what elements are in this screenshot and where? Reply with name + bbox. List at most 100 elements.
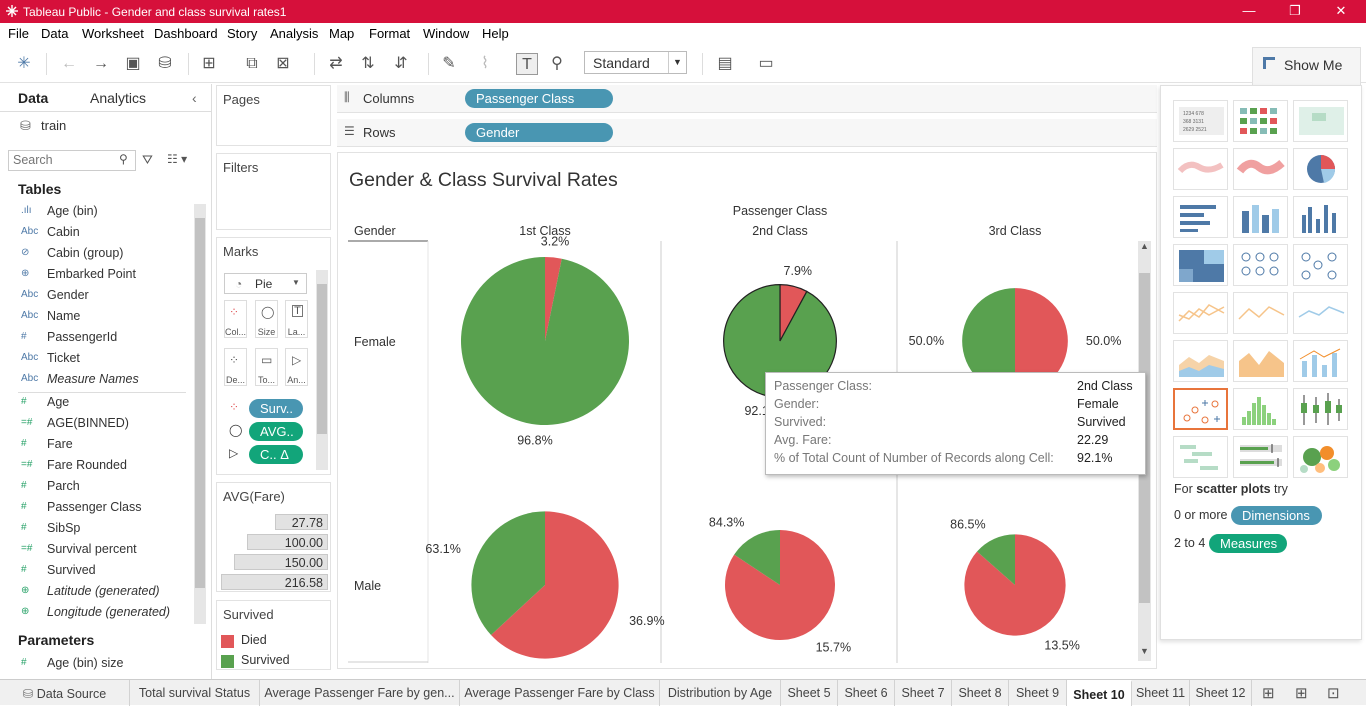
rows-shelf[interactable]: ☰ Rows Gender bbox=[337, 119, 1157, 147]
tab-distribution-by-age[interactable]: Distribution by Age bbox=[660, 680, 781, 706]
scroll-up-icon[interactable]: ▲ bbox=[1140, 241, 1149, 251]
label-mark-button[interactable]: T La... bbox=[285, 300, 308, 338]
tab-sheet-8[interactable]: Sheet 8 bbox=[952, 680, 1009, 706]
chevron-down-icon[interactable]: ▼ bbox=[668, 52, 686, 73]
field-parch[interactable]: # Parch bbox=[0, 477, 190, 498]
menu-data[interactable]: Data bbox=[41, 26, 68, 41]
filter-fields-icon[interactable]: ⛛ bbox=[142, 152, 153, 168]
datasource-name[interactable]: train bbox=[41, 118, 66, 133]
tooltip-mark-button[interactable]: ▭ To... bbox=[255, 348, 278, 386]
menu-window[interactable]: Window bbox=[423, 26, 469, 41]
tab-sheet-9[interactable]: Sheet 9 bbox=[1009, 680, 1067, 706]
show-me-tab[interactable]: Show Me bbox=[1252, 47, 1361, 85]
sort-ascending-icon[interactable]: ⇅ bbox=[357, 53, 379, 75]
line-discrete-icon[interactable] bbox=[1233, 292, 1288, 334]
field-cabin-group[interactable]: ⊘ Cabin (group) bbox=[0, 244, 190, 265]
field-list-scrollbar[interactable] bbox=[194, 204, 206, 624]
columns-shelf[interactable]: ⫼ Columns Passenger Class bbox=[337, 85, 1157, 113]
tab-average-fare-by-class[interactable]: Average Passenger Fare by Class bbox=[460, 680, 660, 706]
field-survived[interactable]: # Survived bbox=[0, 561, 190, 582]
tab-total-survival-status[interactable]: Total survival Status bbox=[130, 680, 260, 706]
field-age-bin[interactable]: .ılı Age (bin) bbox=[0, 202, 190, 223]
mark-type-dropdown[interactable]: ◔ Pie ▼ bbox=[224, 273, 307, 294]
tab-sheet-6[interactable]: Sheet 6 bbox=[838, 680, 895, 706]
collapse-pane-icon[interactable]: ‹ bbox=[192, 90, 197, 106]
tab-average-fare-by-gender[interactable]: Average Passenger Fare by gen... bbox=[260, 680, 460, 706]
restore-button[interactable]: ❐ bbox=[1280, 2, 1310, 20]
circle-views-icon[interactable] bbox=[1233, 244, 1288, 286]
field-list-scroll-thumb[interactable] bbox=[195, 218, 205, 588]
stacked-bars-icon[interactable] bbox=[1233, 196, 1288, 238]
tab-sheet-12[interactable]: Sheet 12 bbox=[1190, 680, 1252, 706]
field-measure-names[interactable]: Abc Measure Names bbox=[0, 370, 190, 391]
new-worksheet-icon[interactable]: ⊞ bbox=[198, 53, 220, 75]
presentation-mode-icon[interactable]: ▭ bbox=[755, 53, 777, 75]
save-icon[interactable]: ▣ bbox=[122, 53, 144, 75]
dual-combination-icon[interactable] bbox=[1293, 340, 1348, 382]
clear-sheet-icon[interactable]: ⊠ bbox=[272, 53, 294, 75]
menu-file[interactable]: File bbox=[8, 26, 29, 41]
side-by-side-bars-icon[interactable] bbox=[1293, 196, 1348, 238]
marks-scroll-thumb[interactable] bbox=[317, 284, 327, 434]
undo-icon[interactable]: ← bbox=[58, 53, 80, 75]
menu-analysis[interactable]: Analysis bbox=[270, 26, 318, 41]
field-longitude-generated[interactable]: ⊕ Longitude (generated) bbox=[0, 603, 190, 624]
search-input[interactable] bbox=[13, 153, 113, 167]
pie-male-2nd-class[interactable] bbox=[725, 530, 835, 640]
histogram-icon[interactable] bbox=[1233, 388, 1288, 430]
tab-sheet-7[interactable]: Sheet 7 bbox=[895, 680, 952, 706]
side-by-side-circles-icon[interactable] bbox=[1293, 244, 1348, 286]
packed-bubbles-icon[interactable] bbox=[1293, 436, 1348, 478]
symbol-map-icon[interactable] bbox=[1173, 148, 1228, 190]
filled-map-icon[interactable] bbox=[1233, 148, 1288, 190]
color-mark-button[interactable]: ⁘ Col... bbox=[224, 300, 247, 338]
tab-sheet-11[interactable]: Sheet 11 bbox=[1132, 680, 1190, 706]
line-continuous-icon[interactable] bbox=[1173, 292, 1228, 334]
field-gender[interactable]: Abc Gender bbox=[0, 286, 190, 307]
close-button[interactable]: ✕ bbox=[1326, 2, 1356, 20]
box-whisker-icon[interactable] bbox=[1293, 388, 1348, 430]
dual-lines-icon[interactable] bbox=[1293, 292, 1348, 334]
passenger-class-pill[interactable]: Passenger Class bbox=[465, 89, 613, 108]
add-datasource-icon[interactable]: ⛁ bbox=[154, 53, 176, 75]
detail-mark-button[interactable]: ⁘ De... bbox=[224, 348, 247, 386]
duplicate-sheet-icon[interactable]: ⧉ bbox=[241, 53, 263, 75]
field-embarked-point[interactable]: ⊕ Embarked Point bbox=[0, 265, 190, 286]
gantt-chart-icon[interactable] bbox=[1173, 436, 1228, 478]
field-ticket[interactable]: Abc Ticket bbox=[0, 349, 190, 370]
show-cards-icon[interactable]: ▤ bbox=[714, 53, 736, 75]
parameter-item[interactable]: # Age (bin) size bbox=[0, 654, 190, 675]
highlight-table-icon[interactable] bbox=[1293, 100, 1348, 142]
field-cabin[interactable]: Abc Cabin bbox=[0, 223, 190, 244]
field-fare-rounded[interactable]: =# Fare Rounded bbox=[0, 456, 190, 477]
size-legend-item[interactable]: 150.00 bbox=[234, 554, 328, 570]
area-discrete-icon[interactable] bbox=[1233, 340, 1288, 382]
fit-dropdown[interactable]: Standard ▼ bbox=[584, 51, 687, 74]
highlight-icon[interactable]: ✎ bbox=[438, 53, 460, 75]
treemap-icon[interactable] bbox=[1173, 244, 1228, 286]
menu-format[interactable]: Format bbox=[369, 26, 410, 41]
filters-card[interactable]: Filters bbox=[216, 153, 331, 230]
menu-help[interactable]: Help bbox=[482, 26, 509, 41]
field-survival-percent[interactable]: =# Survival percent bbox=[0, 540, 190, 561]
tab-data-source[interactable]: ⛁ Data Source bbox=[0, 680, 130, 706]
pie-male-3rd-class[interactable] bbox=[964, 534, 1066, 636]
gender-pill[interactable]: Gender bbox=[465, 123, 613, 142]
fix-axes-icon[interactable]: ⚲ bbox=[546, 53, 568, 75]
menu-story[interactable]: Story bbox=[227, 26, 257, 41]
size-legend-item[interactable]: 100.00 bbox=[247, 534, 328, 550]
pie-male-1st-class[interactable] bbox=[471, 511, 619, 659]
pages-card[interactable]: Pages bbox=[216, 85, 331, 146]
minimize-button[interactable]: — bbox=[1234, 2, 1264, 20]
area-continuous-icon[interactable] bbox=[1173, 340, 1228, 382]
tab-data[interactable]: Data bbox=[18, 90, 48, 106]
field-passengerid[interactable]: # PassengerId bbox=[0, 328, 190, 349]
size-legend-item[interactable]: 27.78 bbox=[275, 514, 328, 530]
new-worksheet-icon[interactable]: ⊞ bbox=[1262, 684, 1275, 702]
field-fare[interactable]: # Fare bbox=[0, 435, 190, 456]
scatter-plot-icon[interactable] bbox=[1173, 388, 1228, 430]
new-story-icon[interactable]: ⊡ bbox=[1327, 684, 1340, 702]
sort-descending-icon[interactable]: ⇵ bbox=[390, 53, 412, 75]
menu-worksheet[interactable]: Worksheet bbox=[82, 26, 144, 41]
tableau-home-icon[interactable]: ✳ bbox=[13, 53, 35, 75]
